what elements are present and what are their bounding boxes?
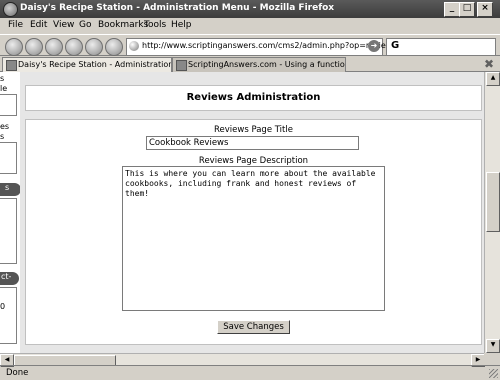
sidebar-text-fragment: es [0, 122, 10, 131]
sidebar-badge[interactable]: s [0, 183, 21, 196]
vertical-scroll-thumb[interactable] [486, 172, 500, 232]
scroll-up-icon[interactable]: ▲ [486, 72, 500, 86]
tab-favicon-icon [176, 60, 187, 71]
menu-tools[interactable]: Tools [144, 20, 166, 30]
back-icon[interactable] [5, 38, 23, 56]
sidebar-box [0, 198, 17, 264]
menu-view[interactable]: View [53, 20, 74, 30]
reviews-title-input[interactable] [146, 136, 359, 150]
navigation-toolbar: http://www.scriptinganswers.com/cms2/adm… [0, 34, 500, 56]
sidebar-text-fragment: 0 [0, 302, 6, 311]
menu-bar: File Edit View Go Bookmarks Tools Help [0, 18, 500, 34]
page-title: Reviews Administration [186, 92, 321, 103]
resize-grip-icon[interactable] [489, 369, 498, 378]
bookmark-icon[interactable] [105, 38, 123, 56]
address-bar[interactable]: http://www.scriptinganswers.com/cms2/adm… [126, 38, 397, 56]
page-globe-icon [129, 41, 139, 51]
scroll-down-icon[interactable]: ▼ [486, 339, 500, 353]
google-search-icon[interactable]: G [391, 40, 399, 51]
sidebar-text-fragment: le [0, 84, 8, 93]
status-bar: Done [0, 365, 500, 380]
status-text: Done [6, 368, 29, 378]
close-tab-icon[interactable]: ✖ [484, 57, 494, 71]
reviews-description-label: Reviews Page Description [198, 156, 309, 166]
close-window-button[interactable]: × [477, 2, 493, 17]
search-box[interactable]: G [386, 38, 496, 56]
sidebar-box [0, 287, 17, 344]
menu-help[interactable]: Help [171, 20, 192, 30]
header-panel: Reviews Administration [25, 85, 482, 111]
maximize-button[interactable]: □ [459, 2, 475, 17]
tab-label: Daisy's Recipe Station - Administration … [18, 60, 172, 69]
menu-bookmarks[interactable]: Bookmarks [98, 20, 148, 30]
scrollbar-corner [484, 353, 500, 365]
sidebar-box [0, 142, 17, 174]
menu-file[interactable]: File [8, 20, 23, 30]
go-icon[interactable]: ➜ [368, 40, 380, 52]
forward-icon[interactable] [25, 38, 43, 56]
reviews-form: Reviews Page Title Reviews Page Descript… [25, 119, 482, 345]
reviews-description-textarea[interactable]: This is where you can learn more about t… [122, 166, 385, 311]
horizontal-scrollbar[interactable]: ◀ ▶ [0, 353, 485, 367]
tab-label: ScriptingAnswers.com - Using a function … [188, 60, 345, 69]
stop-icon[interactable] [65, 38, 83, 56]
menu-edit[interactable]: Edit [30, 20, 47, 30]
reviews-title-label: Reviews Page Title [214, 125, 293, 135]
tab-admin-menu[interactable]: Daisy's Recipe Station - Administration … [2, 57, 172, 72]
left-sidebar-fragment: s le es s s ct- 0 [0, 72, 21, 353]
firefox-logo-icon [3, 2, 18, 17]
sidebar-text-fragment: s [0, 74, 5, 83]
window-title-bar: Daisy's Recipe Station - Administration … [0, 0, 500, 18]
tab-scriptinganswers[interactable]: ScriptingAnswers.com - Using a function … [172, 57, 346, 72]
vertical-scrollbar[interactable]: ▲ ▼ [484, 72, 500, 353]
save-changes-button[interactable]: Save Changes [217, 320, 290, 334]
sidebar-text-fragment: s [0, 132, 5, 141]
window-title: Daisy's Recipe Station - Administration … [20, 3, 335, 13]
page-viewport: s le es s s ct- 0 Reviews Administration… [0, 72, 484, 353]
sidebar-badge[interactable]: ct- [0, 272, 19, 285]
menu-go[interactable]: Go [79, 20, 91, 30]
reload-icon[interactable] [45, 38, 63, 56]
address-url[interactable]: http://www.scriptinganswers.com/cms2/adm… [142, 41, 397, 50]
home-icon[interactable] [85, 38, 103, 56]
tab-bar: Daisy's Recipe Station - Administration … [0, 56, 500, 72]
main-content: Reviews Administration Reviews Page Titl… [20, 72, 484, 353]
sidebar-box [0, 94, 17, 116]
minimize-button[interactable]: _ [444, 2, 460, 17]
tab-favicon-icon [6, 60, 17, 71]
